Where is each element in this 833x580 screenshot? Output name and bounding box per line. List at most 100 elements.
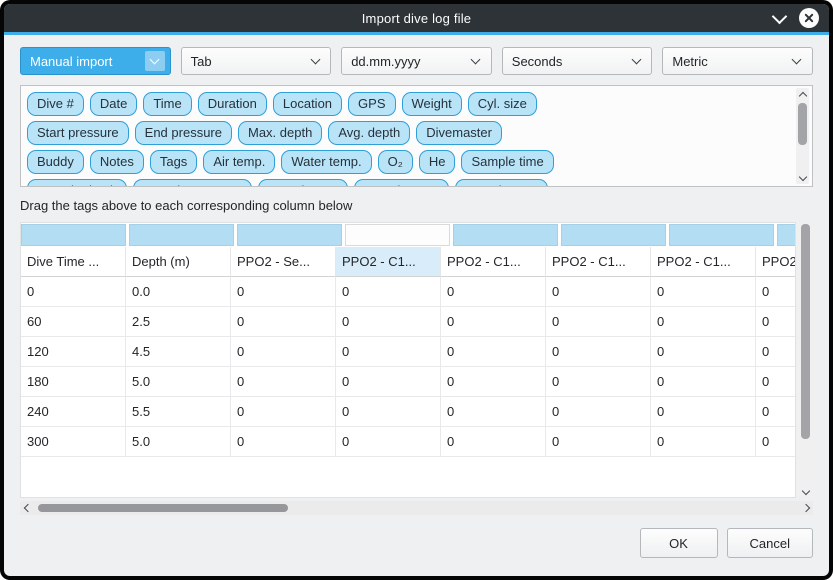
table-cell: 0 [441, 307, 546, 337]
tag-row: Sample depth Sample pressure Sample pO₂ Sam… [27, 179, 790, 187]
chevron-down-icon [798, 172, 806, 180]
instruction-text: Drag the tags above to each correspondin… [20, 198, 813, 213]
table-cell: 0 [336, 427, 441, 457]
column-drop-cell[interactable] [777, 224, 796, 246]
dialog-content: Manual import Tab dd.mm.yyyy Seconds Met… [4, 35, 829, 576]
table-cell: 0 [231, 397, 336, 427]
table-cell: 0 [336, 397, 441, 427]
table-cell: 0 [756, 367, 796, 397]
table-header-cell: PPO2 - C1... [651, 247, 756, 277]
ok-button[interactable]: OK [640, 528, 718, 558]
dialog-buttons: OK Cancel [20, 515, 813, 576]
chevron-down-icon [772, 9, 788, 25]
column-drop-cell[interactable] [669, 224, 774, 246]
cancel-button[interactable]: Cancel [727, 528, 813, 558]
table-cell: 0 [231, 367, 336, 397]
column-drop-cell[interactable] [21, 224, 126, 246]
table-vertical-scrollbar[interactable] [798, 222, 813, 498]
table-cell: 0 [231, 427, 336, 457]
tag-chip[interactable]: GPS [348, 92, 395, 116]
tag-chip[interactable]: Start pressure [27, 121, 129, 145]
field-separator-select[interactable]: Tab [181, 47, 332, 75]
units-select[interactable]: Metric [662, 47, 813, 75]
tag-chip[interactable]: O₂ [378, 150, 413, 174]
tag-chip[interactable]: Notes [90, 150, 144, 174]
tag-chip[interactable]: Sample time [461, 150, 553, 174]
tag-chip[interactable]: Water temp. [281, 150, 371, 174]
shade-button[interactable] [774, 9, 785, 27]
tag-chip[interactable]: Tags [150, 150, 197, 174]
tag-chip[interactable]: Sample depth [27, 179, 127, 187]
tag-chip[interactable]: Location [273, 92, 342, 116]
tag-chip[interactable]: Dive # [27, 92, 84, 116]
table-cell: 0 [546, 397, 651, 427]
tag-row: Start pressureEnd pressureMax. depthAvg.… [27, 121, 790, 145]
table-cell: 4.5 [126, 337, 231, 367]
table-cell: 0 [756, 307, 796, 337]
preview-table: Dive Time ...Depth (m)PPO2 - Se...PPO2 -… [20, 222, 796, 498]
tag-chip[interactable]: Avg. depth [328, 121, 410, 145]
chevron-down-icon [305, 51, 325, 71]
chevron-up-icon [798, 92, 806, 100]
scrollbar-thumb[interactable] [798, 103, 807, 145]
table-header-cell: Dive Time ... [21, 247, 126, 277]
table-header-cell: PPO2 - C1... [441, 247, 546, 277]
tag-row: BuddyNotesTagsAir temp.Water temp. O₂HeSa… [27, 150, 790, 174]
scrollbar-thumb[interactable] [38, 504, 288, 512]
tag-chip[interactable]: Sample CNS [354, 179, 449, 187]
scroll-left-button[interactable] [20, 501, 33, 514]
table-row: 00.0000000 [21, 277, 795, 307]
window-controls [774, 4, 819, 32]
table-cell: 120 [21, 337, 126, 367]
column-drop-cell[interactable] [453, 224, 558, 246]
tag-scrollbar[interactable] [796, 88, 809, 184]
date-format-value: dd.mm.yyyy [351, 54, 420, 69]
tag-chip[interactable]: Date [90, 92, 137, 116]
table-cell: 5.5 [126, 397, 231, 427]
tag-chip[interactable]: Duration [198, 92, 267, 116]
chevron-down-icon [626, 51, 646, 71]
time-format-select[interactable]: Seconds [502, 47, 653, 75]
table-cell: 0 [441, 277, 546, 307]
tag-chip[interactable]: Sample pO₂ [258, 179, 348, 187]
column-drop-cell[interactable] [561, 224, 666, 246]
tag-chip[interactable]: Buddy [27, 150, 84, 174]
column-drop-cell[interactable] [345, 224, 450, 246]
tag-palette: Dive #DateTime DurationLocationGPS WeightC… [20, 85, 813, 187]
scroll-down-button[interactable] [799, 485, 812, 498]
close-button[interactable] [799, 8, 819, 28]
tag-chip[interactable]: He [419, 150, 456, 174]
chevron-down-icon [801, 486, 809, 494]
table-cell: 180 [21, 367, 126, 397]
column-drop-cell[interactable] [237, 224, 342, 246]
table-row: 2405.5000000 [21, 397, 795, 427]
scroll-up-button[interactable] [796, 88, 809, 101]
table-cell: 0 [231, 277, 336, 307]
date-format-select[interactable]: dd.mm.yyyy [341, 47, 492, 75]
preview-table-area: Dive Time ...Depth (m)PPO2 - Se...PPO2 -… [20, 222, 813, 498]
tag-chip[interactable]: Air temp. [203, 150, 275, 174]
tag-chip[interactable]: Time [143, 92, 191, 116]
tag-chip[interactable]: Weight [402, 92, 462, 116]
import-mode-select[interactable]: Manual import [20, 47, 171, 75]
tag-chip[interactable]: Max. depth [238, 121, 322, 145]
table-cell: 0 [231, 307, 336, 337]
column-drop-cell[interactable] [129, 224, 234, 246]
tag-chip[interactable]: Sample pressure [133, 179, 251, 187]
table-cell: 240 [21, 397, 126, 427]
table-cell: 0.0 [126, 277, 231, 307]
tag-chip[interactable]: End pressure [135, 121, 232, 145]
tag-chip[interactable]: Sample NDL [455, 179, 549, 187]
scroll-right-button[interactable] [800, 501, 813, 514]
tag-row: Dive #DateTime DurationLocationGPS WeightC… [27, 92, 790, 116]
time-format-value: Seconds [512, 54, 563, 69]
chevron-down-icon [145, 51, 165, 71]
table-cell: 0 [441, 337, 546, 367]
scrollbar-thumb[interactable] [801, 224, 810, 439]
titlebar[interactable]: Import dive log file [4, 4, 829, 32]
scroll-down-button[interactable] [796, 171, 809, 184]
table-horizontal-scrollbar[interactable] [20, 501, 813, 515]
tag-chip[interactable]: Divemaster [416, 121, 502, 145]
table-cell: 5.0 [126, 367, 231, 397]
tag-chip[interactable]: Cyl. size [468, 92, 537, 116]
